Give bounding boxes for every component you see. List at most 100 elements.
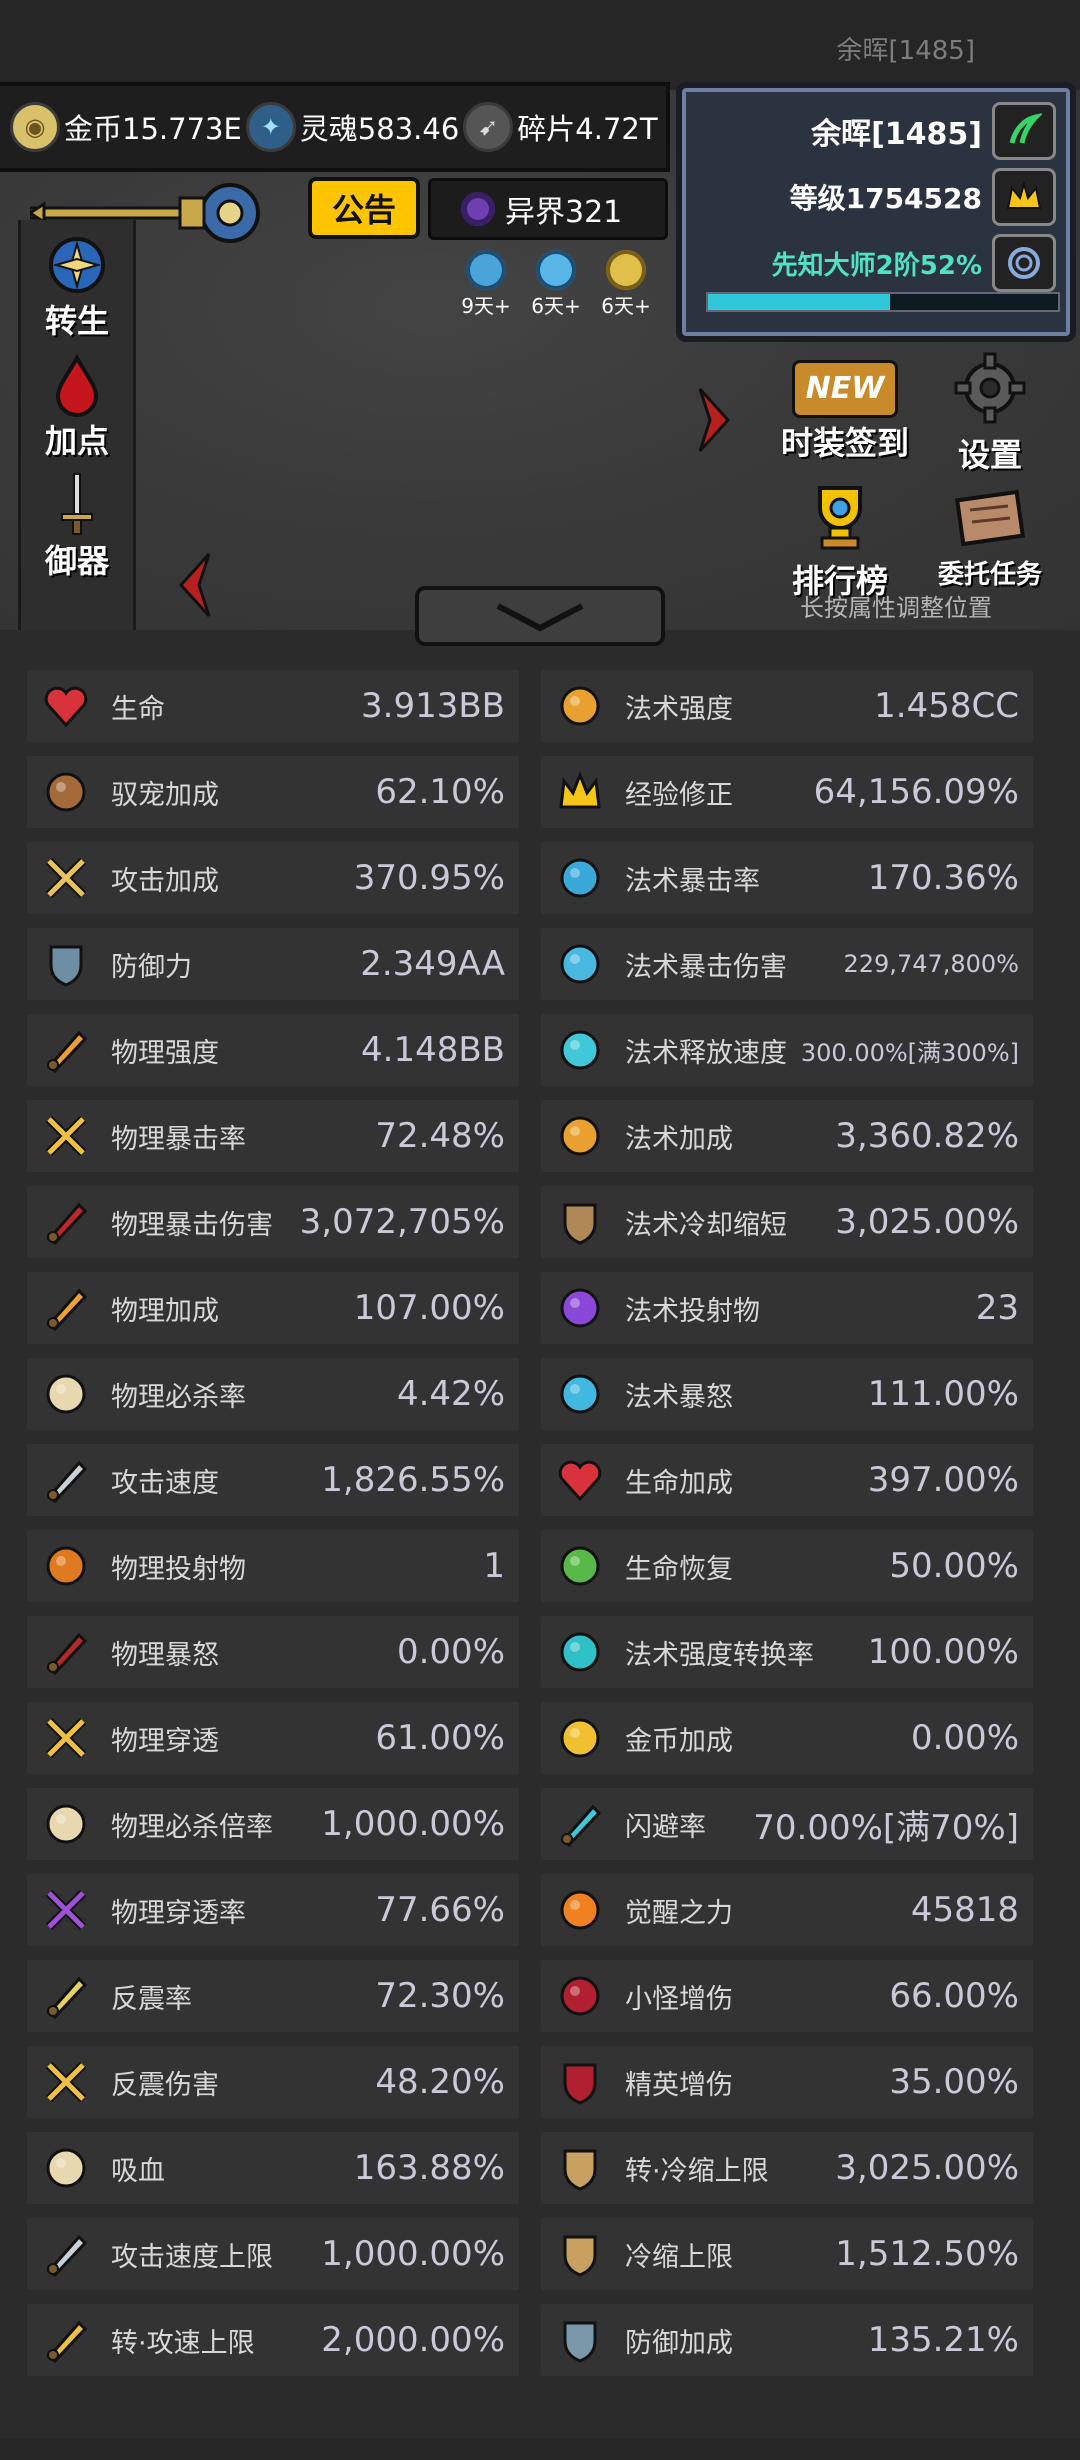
shard-icon: ➹ bbox=[463, 102, 514, 152]
stat-value: 4.42% bbox=[396, 1374, 505, 1414]
prophet-progress-fill bbox=[708, 294, 890, 310]
mushroom-icon bbox=[560, 1030, 600, 1070]
magic-power-icon bbox=[560, 686, 600, 726]
stat-row[interactable]: 转·冷缩上限 3,025.00% bbox=[541, 2132, 1033, 2204]
coin-icon: ◉ bbox=[10, 102, 60, 152]
magic-orb-icon bbox=[560, 944, 600, 984]
collapse-panel-button[interactable] bbox=[415, 586, 665, 646]
stat-row[interactable]: 法术冷却缩短 3,025.00% bbox=[541, 1186, 1033, 1258]
stat-row[interactable]: 反震伤害 48.20% bbox=[27, 2046, 519, 2118]
stat-row[interactable]: 防御加成 135.21% bbox=[541, 2304, 1033, 2376]
stat-row[interactable]: 金币加成 0.00% bbox=[541, 1702, 1033, 1774]
buff-timer[interactable]: 6天+ bbox=[525, 250, 587, 319]
stat-grid: 生命 3.913BB 法术强度 1.458CC 驭宠加成 62.10% 经验修正 64,156… bbox=[27, 670, 1067, 2376]
stat-row[interactable]: 法术暴击率 170.36% bbox=[541, 842, 1033, 914]
stat-row[interactable]: 冷缩上限 1,512.50% bbox=[541, 2218, 1033, 2290]
stat-row[interactable]: 驭宠加成 62.10% bbox=[27, 756, 519, 828]
stat-value: 0.00% bbox=[910, 1718, 1019, 1758]
stat-row[interactable]: 物理穿透率 77.66% bbox=[27, 1874, 519, 1946]
stat-value: 50.00% bbox=[889, 1546, 1019, 1586]
profile-card[interactable]: 余晖[1485] 等级1754528 先知大师2阶52% bbox=[676, 82, 1076, 342]
resource-gold[interactable]: ◉ 金币15.773E bbox=[10, 102, 242, 152]
stat-row[interactable]: 法术强度转换率 100.00% bbox=[541, 1616, 1033, 1688]
hourglass-up-icon bbox=[563, 2149, 597, 2191]
stat-row[interactable]: 物理加成 107.00% bbox=[27, 1272, 519, 1344]
buff-timer[interactable]: 6天+ bbox=[595, 250, 657, 319]
stat-row[interactable]: 攻击速度上限 1,000.00% bbox=[27, 2218, 519, 2290]
artifact-button[interactable]: 御器 bbox=[21, 470, 133, 582]
stat-name: 防御加成 bbox=[625, 2327, 733, 2359]
stat-row[interactable]: 精英增伤 35.00% bbox=[541, 2046, 1033, 2118]
skull-sword-icon bbox=[46, 1374, 86, 1414]
crown-icon bbox=[559, 770, 601, 809]
stat-row[interactable]: 法术释放速度 300.00%[满300%] bbox=[541, 1014, 1033, 1086]
chevron-right-icon[interactable] bbox=[698, 385, 734, 455]
stat-value: 61.00% bbox=[375, 1718, 505, 1758]
stat-row[interactable]: 法术加成 3,360.82% bbox=[541, 1100, 1033, 1172]
stat-row[interactable]: 法术暴击伤害 229,747,800% bbox=[541, 928, 1033, 1000]
stat-name: 物理穿透率 bbox=[111, 1897, 246, 1929]
stat-row[interactable]: 闪避率 70.00%[满70%] bbox=[541, 1788, 1033, 1860]
costume-checkin-button[interactable]: NEW 时装签到 bbox=[770, 360, 920, 464]
stat-row[interactable]: 物理暴怒 0.00% bbox=[27, 1616, 519, 1688]
stat-row[interactable]: 法术投射物 23 bbox=[541, 1272, 1033, 1344]
stat-value: 100.00% bbox=[867, 1632, 1019, 1672]
realm-button[interactable]: 异界321 bbox=[428, 178, 668, 240]
magic-plus-icon bbox=[560, 1116, 600, 1156]
sword-plus-icon bbox=[46, 1288, 88, 1331]
rebirth-button[interactable]: 转生 bbox=[21, 230, 133, 342]
stat-value: 370.95% bbox=[353, 858, 505, 898]
stat-name: 防御力 bbox=[111, 951, 192, 983]
allocate-points-button[interactable]: 加点 bbox=[21, 350, 133, 462]
stat-value: 3.913BB bbox=[361, 686, 505, 726]
stat-row[interactable]: 物理必杀率 4.42% bbox=[27, 1358, 519, 1430]
stat-row[interactable]: 生命加成 397.00% bbox=[541, 1444, 1033, 1516]
stat-row[interactable]: 物理投射物 1 bbox=[27, 1530, 519, 1602]
stat-row[interactable]: 法术暴怒 111.00% bbox=[541, 1358, 1033, 1430]
stat-value: 77.66% bbox=[375, 1890, 505, 1930]
stat-row[interactable]: 小怪增伤 66.00% bbox=[541, 1960, 1033, 2032]
notice-button[interactable]: 公告 bbox=[308, 177, 420, 239]
stat-value: 0.00% bbox=[396, 1632, 505, 1672]
stat-name: 物理强度 bbox=[111, 1037, 219, 1069]
stat-row[interactable]: 物理暴击伤害 3,072,705% bbox=[27, 1186, 519, 1258]
stat-row[interactable]: 物理必杀倍率 1,000.00% bbox=[27, 1788, 519, 1860]
chevron-left-icon[interactable] bbox=[175, 550, 211, 620]
stat-row[interactable]: 物理强度 4.148BB bbox=[27, 1014, 519, 1086]
stat-row[interactable]: 生命 3.913BB bbox=[27, 670, 519, 742]
stat-row[interactable]: 生命恢复 50.00% bbox=[541, 1530, 1033, 1602]
commission-button[interactable]: 委托任务 bbox=[920, 486, 1060, 591]
paw-icon bbox=[46, 772, 86, 812]
stat-value: 111.00% bbox=[867, 1374, 1019, 1414]
vampire-skull-icon bbox=[46, 2148, 86, 2188]
stat-name: 精英增伤 bbox=[625, 2069, 733, 2101]
stat-name: 物理投射物 bbox=[111, 1553, 246, 1585]
stat-row[interactable]: 经验修正 64,156.09% bbox=[541, 756, 1033, 828]
leaderboard-button[interactable]: 排行榜 bbox=[780, 482, 900, 602]
stat-value: 62.10% bbox=[375, 772, 505, 812]
stat-row[interactable]: 防御力 2.349AA bbox=[27, 928, 519, 1000]
buff-timer[interactable]: 9天+ bbox=[455, 250, 517, 319]
stat-row[interactable]: 觉醒之力 45818 bbox=[541, 1874, 1033, 1946]
stat-value: 300.00%[满300%] bbox=[800, 1038, 1019, 1067]
rearrange-hint: 长按属性调整位置 bbox=[800, 594, 992, 622]
prophet-progress-bar bbox=[706, 292, 1060, 312]
resource-shard[interactable]: ➹ 碎片4.72T bbox=[463, 102, 658, 152]
side-menu: 转生 加点 御器 bbox=[18, 220, 136, 630]
stat-row[interactable]: 物理穿透 61.00% bbox=[27, 1702, 519, 1774]
allocate-points-label: 加点 bbox=[44, 422, 109, 460]
panel-bottom-edge bbox=[0, 2438, 1080, 2460]
stat-name: 生命 bbox=[111, 693, 165, 725]
stat-row[interactable]: 吸血 163.88% bbox=[27, 2132, 519, 2204]
stat-name: 法术投射物 bbox=[625, 1295, 760, 1327]
stat-row[interactable]: 物理暴击率 72.48% bbox=[27, 1100, 519, 1172]
resource-soul[interactable]: ✦ 灵魂583.46 bbox=[245, 102, 459, 152]
stat-row[interactable]: 法术强度 1.458CC bbox=[541, 670, 1033, 742]
stat-row[interactable]: 转·攻速上限 2,000.00% bbox=[27, 2304, 519, 2376]
shard-amount: 碎片4.72T bbox=[517, 112, 658, 146]
stat-row[interactable]: 攻击速度 1,826.55% bbox=[27, 1444, 519, 1516]
settings-button[interactable]: 设置 bbox=[935, 350, 1045, 476]
stat-row[interactable]: 反震率 72.30% bbox=[27, 1960, 519, 2032]
skull-multiplier-icon bbox=[46, 1804, 86, 1844]
stat-row[interactable]: 攻击加成 370.95% bbox=[27, 842, 519, 914]
